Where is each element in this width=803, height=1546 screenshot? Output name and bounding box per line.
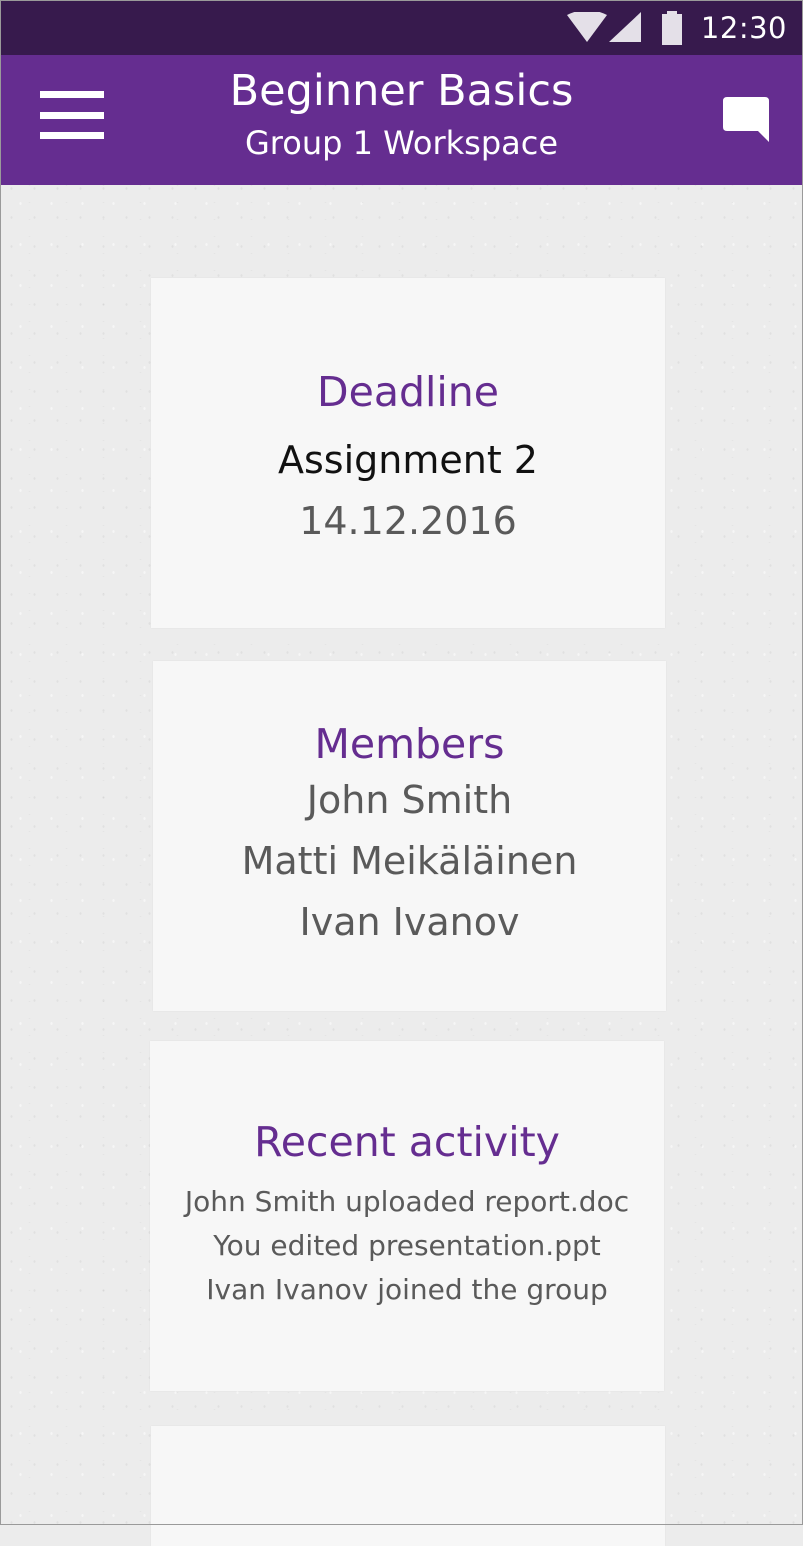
deadline-heading: Deadline [317, 368, 499, 416]
status-time: 12:30 [700, 10, 787, 45]
recent-activity-card[interactable]: Recent activity John Smith uploaded repo… [150, 1041, 664, 1391]
next-card[interactable] [151, 1426, 665, 1546]
activity-item[interactable]: You edited presentation.ppt [150, 1224, 664, 1268]
recent-activity-heading: Recent activity [254, 1118, 560, 1166]
status-icons: 12:30 [566, 0, 787, 55]
signal-icon [608, 11, 641, 42]
activity-list: John Smith uploaded report.doc You edite… [150, 1180, 664, 1312]
wifi-icon [566, 11, 607, 42]
member-name[interactable]: Matti Meikäläinen [153, 831, 666, 892]
activity-item[interactable]: Ivan Ivanov joined the group [150, 1268, 664, 1312]
status-bar: 12:30 [0, 0, 803, 55]
deadline-card[interactable]: Deadline Assignment 2 14.12.2016 [151, 278, 665, 628]
battery-icon [661, 10, 682, 45]
activity-item[interactable]: John Smith uploaded report.doc [150, 1180, 664, 1224]
members-heading: Members [314, 720, 505, 768]
app-subtitle: Group 1 Workspace [244, 124, 559, 162]
app-title-block: Beginner Basics Group 1 Workspace [0, 65, 803, 165]
deadline-date: 14.12.2016 [299, 499, 517, 543]
member-name[interactable]: Ivan Ivanov [153, 892, 666, 953]
app-bar: Beginner Basics Group 1 Workspace [0, 55, 803, 185]
deadline-assignment: Assignment 2 [278, 438, 538, 482]
member-name[interactable]: John Smith [153, 770, 666, 831]
chat-bubble-icon [723, 97, 769, 142]
members-card[interactable]: Members John Smith Matti Meikäläinen Iva… [153, 661, 666, 1011]
chat-button[interactable] [720, 95, 772, 147]
app-title: Beginner Basics [229, 66, 574, 116]
